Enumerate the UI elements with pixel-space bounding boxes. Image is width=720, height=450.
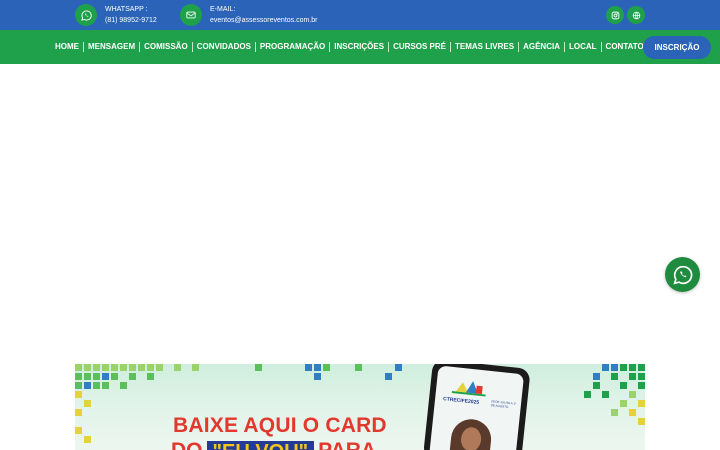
email-contact[interactable]: E-MAIL: eventos@assessoreventos.com.br [180,4,318,26]
nav-contato[interactable]: CONTATO [600,42,648,52]
phone-mockup: CTRECIFE2025 28 DE JULHO A 1º DE AGOSTO [422,364,531,450]
nav-programacao[interactable]: PROGRAMAÇÃO [254,42,329,52]
banner-headline: BAIXE AQUI O CARD [173,414,387,437]
whatsapp-icon[interactable] [75,4,97,26]
banner-subline-end: PARA [318,440,376,450]
whatsapp-icon [672,265,692,285]
event-dates-tag: 28 DE JULHO A 1º DE AGOSTO [490,399,517,409]
nav-cursos-pre[interactable]: CURSOS PRÉ [388,42,450,52]
email-text: E-MAIL: eventos@assessoreventos.com.br [210,4,318,26]
banner-subline: DO "EU VOU" PARA [171,440,376,450]
whatsapp-contact[interactable]: WHATSAPP : (81) 98952-9712 [75,4,157,26]
instagram-icon[interactable] [606,6,624,24]
pixel-decoration-center [255,364,402,380]
whatsapp-number[interactable]: (81) 98952-9712 [105,17,157,24]
main-navbar: HOME MENSAGEM COMISSÃO CONVIDADOS PROGRA… [0,30,720,64]
email-address[interactable]: eventos@assessoreventos.com.br [210,17,318,24]
banner-subline-start: DO [171,440,203,450]
nav-mensagem[interactable]: MENSAGEM [83,42,139,52]
nav-comissao[interactable]: COMISSÃO [139,42,192,52]
nav-agencia[interactable]: AGÊNCIA [518,42,564,52]
globe-icon[interactable] [627,6,645,24]
nav-local[interactable]: LOCAL [563,42,601,52]
email-label: E-MAIL: [210,6,236,13]
whatsapp-text: WHATSAPP : (81) 98952-9712 [105,4,157,26]
envelope-icon[interactable] [180,4,202,26]
top-contact-bar: WHATSAPP : (81) 98952-9712 E-MAIL: event… [0,0,720,30]
banner-eu-vou-badge: "EU VOU" [206,441,315,450]
nav-home[interactable]: HOME [51,42,83,52]
eu-vou-card-banner[interactable]: BAIXE AQUI O CARD DO "EU VOU" PARA CTREC… [75,364,645,450]
nav-convidados[interactable]: CONVIDADOS [191,42,255,52]
pixel-decoration-right [584,364,645,425]
nav-inscricoes[interactable]: INSCRIÇÕES [329,42,388,52]
main-menu: HOME MENSAGEM COMISSÃO CONVIDADOS PROGRA… [51,30,648,64]
phone-screen: CTRECIFE2025 28 DE JULHO A 1º DE AGOSTO [428,365,525,450]
nav-temas-livres[interactable]: TEMAS LIVRES [449,42,518,52]
floating-whatsapp-button[interactable] [665,257,700,292]
whatsapp-label: WHATSAPP : [105,6,148,13]
inscricao-button[interactable]: INSCRIÇÃO [643,36,711,59]
